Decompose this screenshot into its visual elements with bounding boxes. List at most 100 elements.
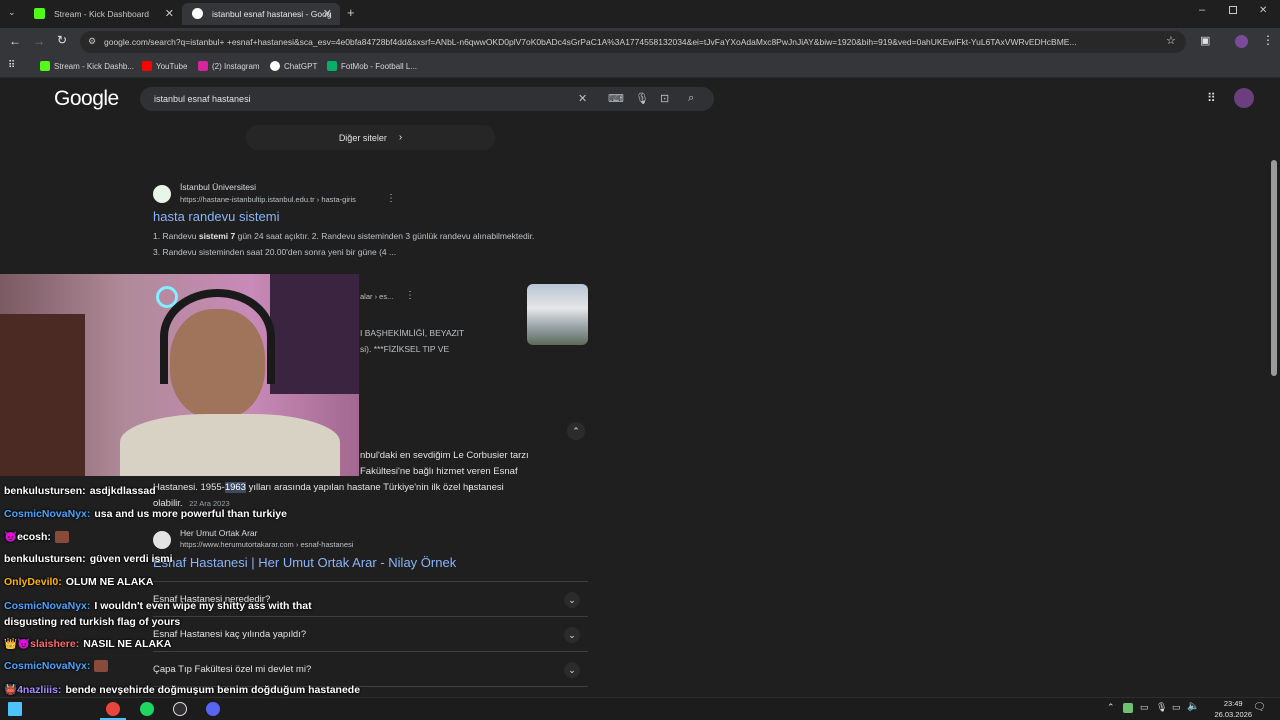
bookmark-star-icon[interactable]: ☆ [1166,34,1176,47]
result-url[interactable]: alar › es... [360,292,393,301]
bookmark-kick[interactable]: Stream - Kick Dashb... [40,61,134,71]
lens-icon[interactable]: ⊡ [660,92,669,105]
hospital-thumbnail-image[interactable] [527,284,588,345]
search-query: istanbul esnaf hastanesi [154,94,251,104]
clock-time: 23:49 [1223,699,1243,708]
keyboard-icon[interactable]: ⌨ [608,92,624,105]
chat-message: 👑😈slaishere: NASIL NE ALAKA [4,637,171,650]
devil-badge-icon: 😈 [4,531,18,543]
bookmark-chatgpt[interactable]: ChatGPT [270,61,317,71]
reload-icon[interactable]: ↻ [57,33,67,47]
apps-grid-icon[interactable]: ⠿ [8,60,15,71]
devil-badge-icon: 👹 [4,684,18,696]
tray-display-icon[interactable]: ▭ [1140,702,1149,713]
kick-icon [34,8,45,19]
address-bar[interactable]: ⚙ google.com/search?q=istanbul+ +esnaf+h… [80,31,1186,53]
webcam-overlay [0,274,359,476]
result-url[interactable]: https://www.herumutortakarar.com › esnaf… [180,540,353,549]
tab-google-search[interactable]: istanbul esnaf hastanesi - Goog ✕ [182,3,340,25]
microphone-tray-icon[interactable]: 🎙 [1156,702,1167,713]
close-icon[interactable]: ✕ [323,7,332,20]
window-close-icon[interactable]: ✕ [1259,5,1267,16]
bookmark-label: Stream - Kick Dashb... [54,61,135,71]
result-source[interactable]: İstanbul Üniversitesi [180,182,256,192]
account-avatar[interactable] [1234,88,1254,108]
page-scrollbar[interactable] [1271,160,1277,376]
snippet-text: I BAŞHEKİMLİĞİ, BEYAZIT [360,328,465,338]
menu-kebab-icon[interactable]: ⋮ [1262,33,1274,47]
chevron-down-icon[interactable]: ⌄ [564,627,580,643]
chat-username: slaishere: [30,638,80,650]
new-tab-plus-icon[interactable]: + [347,5,355,20]
windows-start-icon[interactable] [8,702,22,716]
question-text: Esnaf Hastanesi kaç yılında yapıldı? [153,628,307,640]
result-title-link[interactable]: Esnaf Hastanesi | Her Umut Ortak Arar - … [153,555,456,570]
chevron-down-icon[interactable]: ⌄ [564,592,580,608]
featured-snippet-line: Fakültesi'ne bağlı hizmet veren Esnaf [360,466,518,477]
search-icon[interactable]: ⌕ [688,92,694,105]
more-sites-button[interactable]: Diğer siteler › [246,125,495,150]
tab-title: Stream - Kick Dashboard [54,9,149,19]
profile-avatar[interactable] [1235,35,1248,48]
featured-snippet-line: nbul'daki en sevdiğim Le Corbusier tarzı [360,450,529,461]
chat-message: OnlyDevil0: OLUM NE ALAKA [4,576,153,588]
chat-username: CosmicNovaNyx: [4,508,91,520]
chrome-taskbar-icon[interactable] [106,702,120,716]
result-options-icon[interactable]: ⋮ [386,193,396,204]
result-url[interactable]: https://hastane-istanbultip.istanbul.edu… [180,195,356,204]
bookmarks-bar: ⠿ Stream - Kick Dashb... YouTube (2) Ins… [0,56,1280,78]
tab-title: istanbul esnaf hastanesi - Goog [212,9,332,19]
fotmob-icon [327,61,337,71]
volume-icon[interactable]: 🔈 [1187,701,1199,712]
microphone-icon[interactable]: 🎙 [635,92,649,105]
google-apps-icon[interactable]: ⠿ [1207,91,1216,105]
chat-text: OLUM NE ALAKA [65,576,154,588]
snippet-date: 22 Ara 2023 [189,499,230,508]
restore-icon[interactable] [1229,6,1237,14]
search-input[interactable]: istanbul esnaf hastanesi ✕ ⌨ 🎙 ⊡ ⌕ [140,87,714,111]
google-logo[interactable]: Google [54,87,119,111]
extensions-icon[interactable]: ▣ [1200,34,1210,47]
result-source[interactable]: Her Umut Ortak Arar [180,528,257,538]
clear-icon[interactable]: ✕ [578,92,587,105]
instagram-icon [198,61,208,71]
forward-arrow-icon[interactable]: → [33,34,45,48]
chat-text: NASIL NE ALAKA [83,638,172,650]
snippet-bold: sistemi 7 [198,231,236,241]
bookmark-instagram[interactable]: (2) Instagram [198,61,260,71]
chat-username: benkulustursen: [4,553,86,565]
tab-strip: ⌄ Stream - Kick Dashboard ✕ istanbul esn… [0,0,1280,28]
tab-kick-dashboard[interactable]: Stream - Kick Dashboard ✕ [24,3,182,25]
network-icon[interactable]: ▭ [1172,702,1181,713]
bookmark-youtube[interactable]: YouTube [142,61,187,71]
snippet-text: si). ***FİZİKSEL TIP VE [360,344,450,354]
tray-chevron-up-icon[interactable]: ⌃ [1107,702,1115,713]
chat-username: benkulustursen: [4,485,86,497]
minimize-icon[interactable]: – [1199,4,1205,16]
tab-search-chevron-icon[interactable]: ⌄ [8,7,16,18]
people-also-ask-item[interactable]: Çapa Tıp Fakültesi özel mi devlet mi? ⌄ [153,651,588,686]
site-info-icon[interactable]: ⚙ [88,36,96,47]
close-icon[interactable]: ✕ [165,7,174,20]
collapse-chevron-icon[interactable]: ⌃ [567,422,585,440]
chat-username: 4nazliiis: [17,684,62,696]
result-title-link[interactable]: hasta randevu sistemi [153,209,279,224]
system-clock[interactable]: 23:49 26.03.2026 [1214,698,1252,720]
chat-message: benkulustursen: asdjkdlassad [4,485,156,497]
result-options-icon[interactable]: ⋮ [405,290,415,301]
bookmark-fotmob[interactable]: FotMob - Football L... [327,61,417,71]
chat-message: 😈ecosh: [4,530,69,544]
tray-app-icon[interactable] [1123,703,1133,713]
chat-username: OnlyDevil0: [4,576,62,588]
notification-icon[interactable]: 🗨 [1253,702,1266,713]
back-arrow-icon[interactable]: ← [9,34,21,48]
windows-taskbar: ⌃ ▭ 🎙 ▭ 🔈 23:49 26.03.2026 🗨 [0,697,1280,720]
devil-badge-icon: 😈 [17,638,31,650]
clock-date: 26.03.2026 [1214,710,1252,719]
result-snippet: 1. Randevu sistemi 7 gün 24 saat açıktır… [153,228,534,260]
discord-icon[interactable] [206,702,220,716]
obs-icon[interactable] [173,702,187,716]
spotify-icon[interactable] [140,702,154,716]
chevron-down-icon[interactable]: ⌄ [564,662,580,678]
chat-text: güven verdi ismi [89,553,173,565]
